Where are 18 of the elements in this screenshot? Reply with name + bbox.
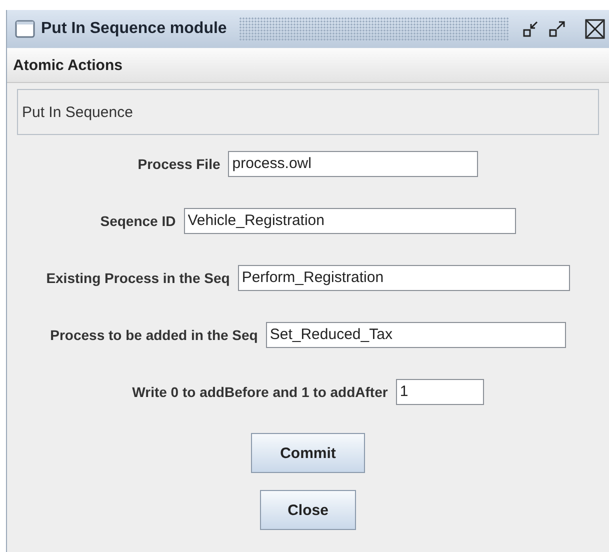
panel-title: Put In Sequence: [22, 104, 133, 120]
action-button[interactable]: Close: [260, 490, 356, 530]
window-icon: [15, 19, 35, 39]
field-label: Process File: [138, 156, 220, 172]
input-field[interactable]: 1: [396, 378, 484, 404]
field-label: Existing Process in the Seq: [46, 270, 230, 286]
input-field[interactable]: process.owl: [228, 150, 478, 176]
input-field[interactable]: Perform_Registration: [238, 264, 570, 290]
field-label: Seqence ID: [100, 212, 176, 228]
field-label: Write 0 to addBefore and 1 to addAfter: [132, 384, 388, 400]
menu-item[interactable]: Atomic Actions: [13, 56, 122, 74]
maximize-icon[interactable]: [547, 19, 567, 39]
window-title: Put In Sequence module: [41, 20, 227, 38]
input-field[interactable]: Set_Reduced_Tax: [266, 322, 566, 348]
close-icon[interactable]: [585, 19, 605, 39]
input-field[interactable]: Vehicle_Registration: [184, 208, 516, 234]
field-label: Process to be added in the Seq: [50, 326, 258, 342]
action-button[interactable]: Commit: [251, 433, 365, 473]
